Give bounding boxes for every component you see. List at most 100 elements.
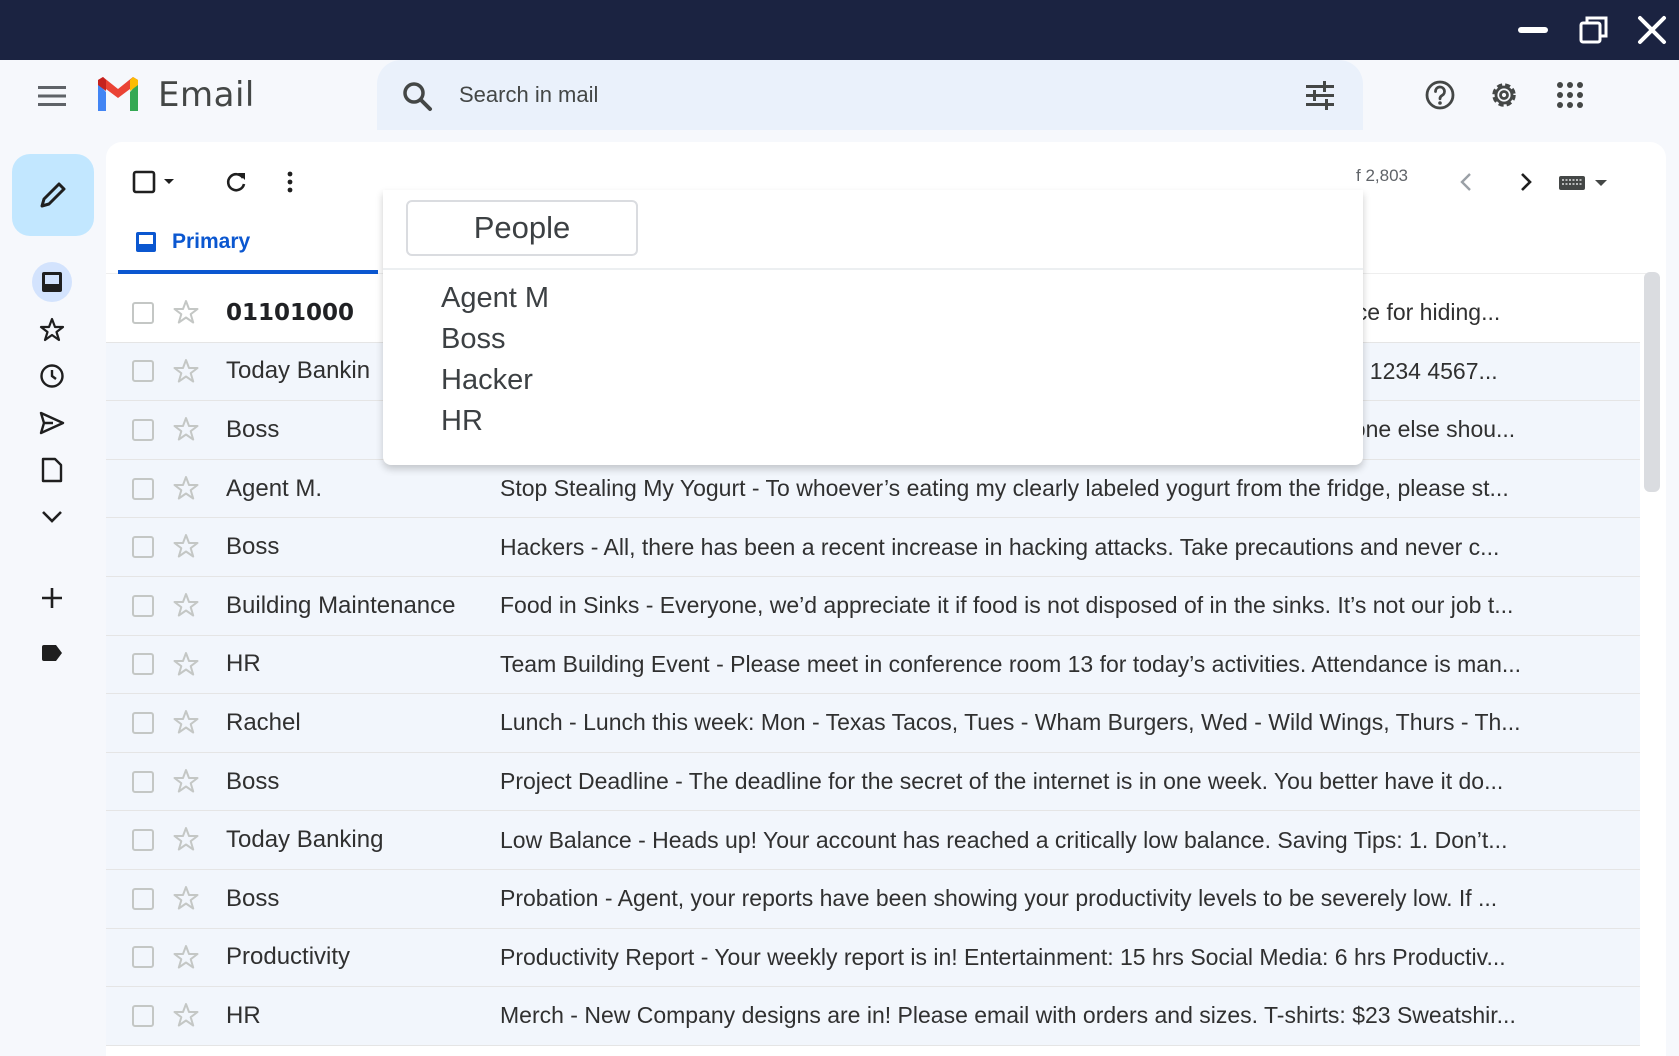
tab-primary[interactable]: Primary: [118, 214, 378, 274]
email-row[interactable]: Today Banking Low Balance - Heads up! You…: [106, 811, 1640, 870]
mail-logo-icon: [98, 77, 138, 111]
email-sender: Productivity: [226, 943, 351, 971]
email-row[interactable]: Building Maintenance Food in Sinks - Ever…: [106, 576, 1640, 636]
email-app: Email Search in mail f 2,803 Primary 011…: [0, 60, 1679, 1056]
search-input[interactable]: [459, 74, 1239, 116]
email-sender: Boss: [226, 533, 280, 561]
email-row[interactable]: HR Team Building Event - Please meet in c…: [106, 635, 1640, 695]
search-icon[interactable]: [401, 80, 433, 112]
email-snippet: Merch - New Company designs are in! Plea…: [500, 1002, 1516, 1029]
search-suggestions-dropdown: People Agent M Boss Hacker HR: [383, 190, 1363, 465]
star-icon[interactable]: [172, 357, 200, 385]
email-row[interactable]: Boss Probation - Agent, your reports have…: [106, 869, 1640, 929]
star-icon[interactable]: [172, 298, 200, 326]
app-name: Email: [158, 75, 255, 115]
row-checkbox[interactable]: [132, 477, 154, 500]
star-icon[interactable]: [172, 825, 200, 853]
add-label-plus-icon[interactable]: [32, 578, 72, 618]
keyboard-input-icon[interactable]: [1550, 162, 1620, 202]
email-row[interactable]: Productivity Productivity Report - Your w…: [106, 928, 1640, 988]
email-sender: Agent M.: [226, 474, 323, 502]
refresh-icon[interactable]: [216, 162, 256, 202]
star-icon[interactable]: [172, 591, 200, 619]
email-row[interactable]: Rachel Lunch - Lunch this week: Mon - Tex…: [106, 694, 1640, 753]
inbox-tab-icon: [136, 232, 156, 252]
restore-icon[interactable]: [1574, 10, 1614, 50]
email-sender: Building Maintenance: [226, 591, 456, 619]
email-snippet: Low Balance - Heads up! Your account has…: [500, 826, 1508, 853]
email-snippet: Probation - Agent, your reports have bee…: [500, 885, 1498, 912]
row-checkbox[interactable]: [132, 536, 154, 559]
row-checkbox[interactable]: [132, 1004, 154, 1027]
row-checkbox[interactable]: [132, 829, 154, 852]
suggestion-person[interactable]: Agent M: [441, 282, 549, 315]
compose-button[interactable]: [12, 154, 94, 236]
people-filter-chip[interactable]: People: [406, 200, 638, 256]
star-icon[interactable]: [172, 415, 200, 443]
row-checkbox[interactable]: [132, 418, 154, 441]
email-sender: Boss: [226, 884, 280, 912]
pagination-count: f 2,803: [1356, 166, 1408, 185]
newer-chevron-right-icon[interactable]: [1506, 162, 1546, 202]
email-snippet: Stop Stealing My Yogurt - To whoever’s e…: [500, 475, 1509, 502]
email-snippet: Food in Sinks - Everyone, we’d appreciat…: [500, 592, 1514, 619]
email-snippet: Hackers - All, there has been a recent i…: [500, 533, 1500, 560]
email-snippet: Lunch - Lunch this week: Mon - Texas Tac…: [500, 709, 1521, 736]
row-checkbox[interactable]: [132, 711, 154, 734]
star-icon[interactable]: [172, 943, 200, 971]
email-snippet: Productivity Report - Your weekly report…: [500, 943, 1506, 970]
row-checkbox[interactable]: [132, 301, 154, 324]
row-checkbox[interactable]: [132, 653, 154, 676]
minimize-icon[interactable]: [1514, 10, 1554, 50]
suggestion-person[interactable]: HR: [441, 405, 483, 438]
title-bar: [0, 0, 1679, 60]
close-icon[interactable]: [1632, 10, 1672, 50]
email-snippet: Team Building Event - Please meet in con…: [500, 650, 1522, 677]
tab-primary-label: Primary: [172, 230, 251, 253]
header: Email: [0, 60, 1679, 130]
suggestion-person[interactable]: Boss: [441, 323, 505, 356]
row-checkbox[interactable]: [132, 946, 154, 969]
star-icon[interactable]: [172, 767, 200, 795]
apps-grid-icon[interactable]: [1550, 75, 1590, 115]
nav-inbox-icon[interactable]: [32, 262, 72, 302]
scrollbar-thumb[interactable]: [1644, 272, 1660, 492]
nav-snoozed-clock-icon[interactable]: [32, 356, 72, 396]
email-row[interactable]: HR Merch - New Company designs are in! Pl…: [106, 987, 1640, 1046]
email-sender: Rachel: [226, 708, 301, 736]
nav-starred-icon[interactable]: [32, 310, 72, 350]
star-icon[interactable]: [172, 884, 200, 912]
row-checkbox[interactable]: [132, 887, 154, 910]
email-sender: Today Banking: [226, 826, 384, 854]
search-bar[interactable]: [377, 60, 1363, 130]
older-chevron-left-icon[interactable]: [1446, 162, 1486, 202]
star-icon[interactable]: [172, 650, 200, 678]
row-checkbox[interactable]: [132, 594, 154, 617]
select-all-checkbox[interactable]: [126, 162, 186, 202]
email-row[interactable]: Boss Hackers - All, there has been a rece…: [106, 518, 1640, 577]
hamburger-menu-icon[interactable]: [32, 76, 72, 116]
divider: [383, 268, 1363, 270]
star-icon[interactable]: [172, 708, 200, 736]
nav-sent-icon[interactable]: [32, 403, 72, 443]
star-icon[interactable]: [172, 1001, 200, 1029]
settings-gear-icon[interactable]: [1484, 75, 1524, 115]
email-row[interactable]: Agent M. Stop Stealing My Yogurt - To who…: [106, 459, 1640, 519]
row-checkbox[interactable]: [132, 360, 154, 383]
email-sender: Boss: [226, 767, 280, 795]
star-icon[interactable]: [172, 474, 200, 502]
help-icon[interactable]: [1420, 75, 1460, 115]
search-options-icon[interactable]: [1303, 78, 1337, 112]
email-sender: HR: [226, 650, 261, 678]
star-icon[interactable]: [172, 532, 200, 560]
suggestion-person[interactable]: Hacker: [441, 364, 533, 397]
label-tag-icon[interactable]: [32, 633, 72, 673]
email-snippet: Project Deadline - The deadline for the …: [500, 768, 1504, 795]
row-checkbox[interactable]: [132, 770, 154, 793]
nav-drafts-icon[interactable]: [32, 450, 72, 490]
more-vert-icon[interactable]: [270, 162, 310, 202]
email-row[interactable]: Boss Project Deadline - The deadline for …: [106, 752, 1640, 812]
nav-more-chevron-down-icon[interactable]: [32, 497, 72, 537]
email-sender: HR: [226, 1001, 261, 1029]
pencil-icon: [40, 182, 66, 208]
